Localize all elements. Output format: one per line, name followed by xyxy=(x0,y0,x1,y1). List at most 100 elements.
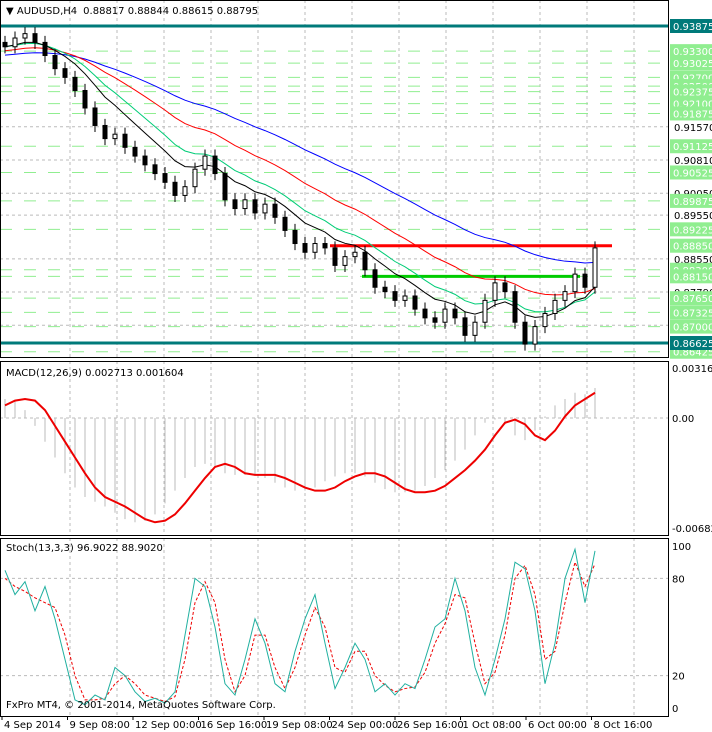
price-label: 0.89875 xyxy=(673,197,712,208)
x-label: 4 Sep 2014 xyxy=(4,720,61,731)
chart-canvas[interactable]: 0.915700.908100.900500.895500.885500.877… xyxy=(0,0,712,732)
candle-body xyxy=(132,146,138,157)
candle-body xyxy=(202,155,208,170)
x-label: 1 Oct 08:00 xyxy=(463,720,522,731)
candle-body xyxy=(422,308,428,319)
candle-body xyxy=(62,68,68,78)
symbol-header: ▼ AUDUSD,H4 0.88817 0.88844 0.88615 0.887… xyxy=(6,6,258,17)
price-label: 0.87325 xyxy=(673,308,712,319)
dropdown-icon: ▼ xyxy=(6,6,17,17)
resistance-label: 0.88850 xyxy=(673,242,712,253)
candle-body xyxy=(262,203,268,214)
candle-body xyxy=(52,55,58,70)
macd-tick: -0.006824 xyxy=(672,524,712,535)
candle-body xyxy=(472,321,478,336)
price-label: 0.87650 xyxy=(673,294,712,305)
candle-body xyxy=(32,33,38,43)
x-label: 12 Sep 00:00 xyxy=(135,720,202,731)
x-label: 16 Sep 16:00 xyxy=(201,720,268,731)
candle-body xyxy=(282,216,288,231)
panel-frame-2 xyxy=(0,538,669,717)
stoch-tick: 80 xyxy=(672,574,685,585)
copyright: FxPro MT4, © 2001-2014, MetaQuotes Softw… xyxy=(6,700,276,711)
price-tick: 0.91570 xyxy=(674,123,712,134)
candle-body xyxy=(302,243,308,253)
candle-body xyxy=(392,291,398,301)
x-label: 26 Sep 16:00 xyxy=(397,720,464,731)
stoch-title: Stoch(13,3,3) 96.9022 88.9020 xyxy=(6,543,163,554)
candle-body xyxy=(222,173,228,201)
candle-body xyxy=(172,181,178,196)
candle-body xyxy=(292,229,298,245)
candle-body xyxy=(462,317,468,336)
candle-body xyxy=(412,295,418,310)
candle-body xyxy=(572,273,578,293)
candle-body xyxy=(22,33,28,39)
candle-body xyxy=(232,199,238,210)
x-label: 9 Sep 08:00 xyxy=(70,720,130,731)
price-tick: 0.89550 xyxy=(674,211,712,222)
candle-body xyxy=(352,251,358,258)
candle-body xyxy=(182,186,188,196)
price-label: 0.93025 xyxy=(673,59,712,70)
candle-body xyxy=(72,76,78,91)
candle-body xyxy=(342,256,348,266)
candle-body xyxy=(102,124,108,140)
bottom-level-label: 0.86625 xyxy=(673,339,712,350)
chart-window: 0.915700.908100.900500.895500.885500.877… xyxy=(0,0,712,732)
candle-body xyxy=(542,312,548,328)
candle-body xyxy=(12,37,18,48)
stoch-signal-line xyxy=(4,560,596,703)
macd-signal-line xyxy=(4,391,596,524)
candle-body xyxy=(452,308,458,319)
macd-tick: 0.003167 xyxy=(672,364,712,375)
candle-body xyxy=(142,155,148,166)
candle-body xyxy=(332,247,338,266)
stoch-tick: 100 xyxy=(672,542,691,553)
candle-body xyxy=(312,243,318,253)
candle-body xyxy=(82,89,88,109)
panel-frame-0 xyxy=(0,0,669,358)
candle-body xyxy=(42,41,48,57)
candle-body xyxy=(192,168,198,188)
top-level-label: 0.93875 xyxy=(673,22,712,33)
candle-body xyxy=(212,155,218,175)
price-label: 0.91875 xyxy=(673,109,712,120)
candle-body xyxy=(162,173,168,183)
candle-body xyxy=(372,269,378,288)
candle-body xyxy=(322,243,328,249)
price-label: 0.89225 xyxy=(673,225,712,236)
candle-body xyxy=(122,133,128,148)
candle-body xyxy=(382,286,388,293)
price-label: 0.90525 xyxy=(673,168,712,179)
candle-body xyxy=(362,251,368,271)
stoch-tick: 0 xyxy=(672,704,678,715)
candle-body xyxy=(492,282,498,301)
stoch-tick: 20 xyxy=(672,672,685,683)
candle-body xyxy=(252,199,258,214)
price-label: 0.91125 xyxy=(673,142,712,153)
price-label: 0.87000 xyxy=(673,323,712,334)
macd-tick: 0.00 xyxy=(672,414,694,425)
candle-body xyxy=(512,291,518,323)
moving-average-1 xyxy=(4,47,596,296)
candle-body xyxy=(402,295,408,301)
macd-title: MACD(12,26,9) 0.002713 0.001604 xyxy=(6,368,184,379)
candle-body xyxy=(442,308,448,323)
candle-body xyxy=(502,282,508,293)
candle-body xyxy=(112,133,118,140)
x-label: 6 Oct 00:00 xyxy=(528,720,587,731)
candle-body xyxy=(562,291,568,301)
candle-body xyxy=(2,41,8,48)
candle-body xyxy=(592,247,598,288)
price-label: 0.88150 xyxy=(673,272,712,283)
x-label: 24 Sep 00:00 xyxy=(332,720,399,731)
candle-body xyxy=(152,164,158,175)
x-label: 19 Sep 08:00 xyxy=(266,720,333,731)
candle-body xyxy=(532,326,538,345)
candle-body xyxy=(482,299,488,323)
x-label: 8 Oct 16:00 xyxy=(594,720,653,731)
candle-body xyxy=(522,321,528,345)
candle-body xyxy=(432,317,438,323)
candle-body xyxy=(552,299,558,314)
